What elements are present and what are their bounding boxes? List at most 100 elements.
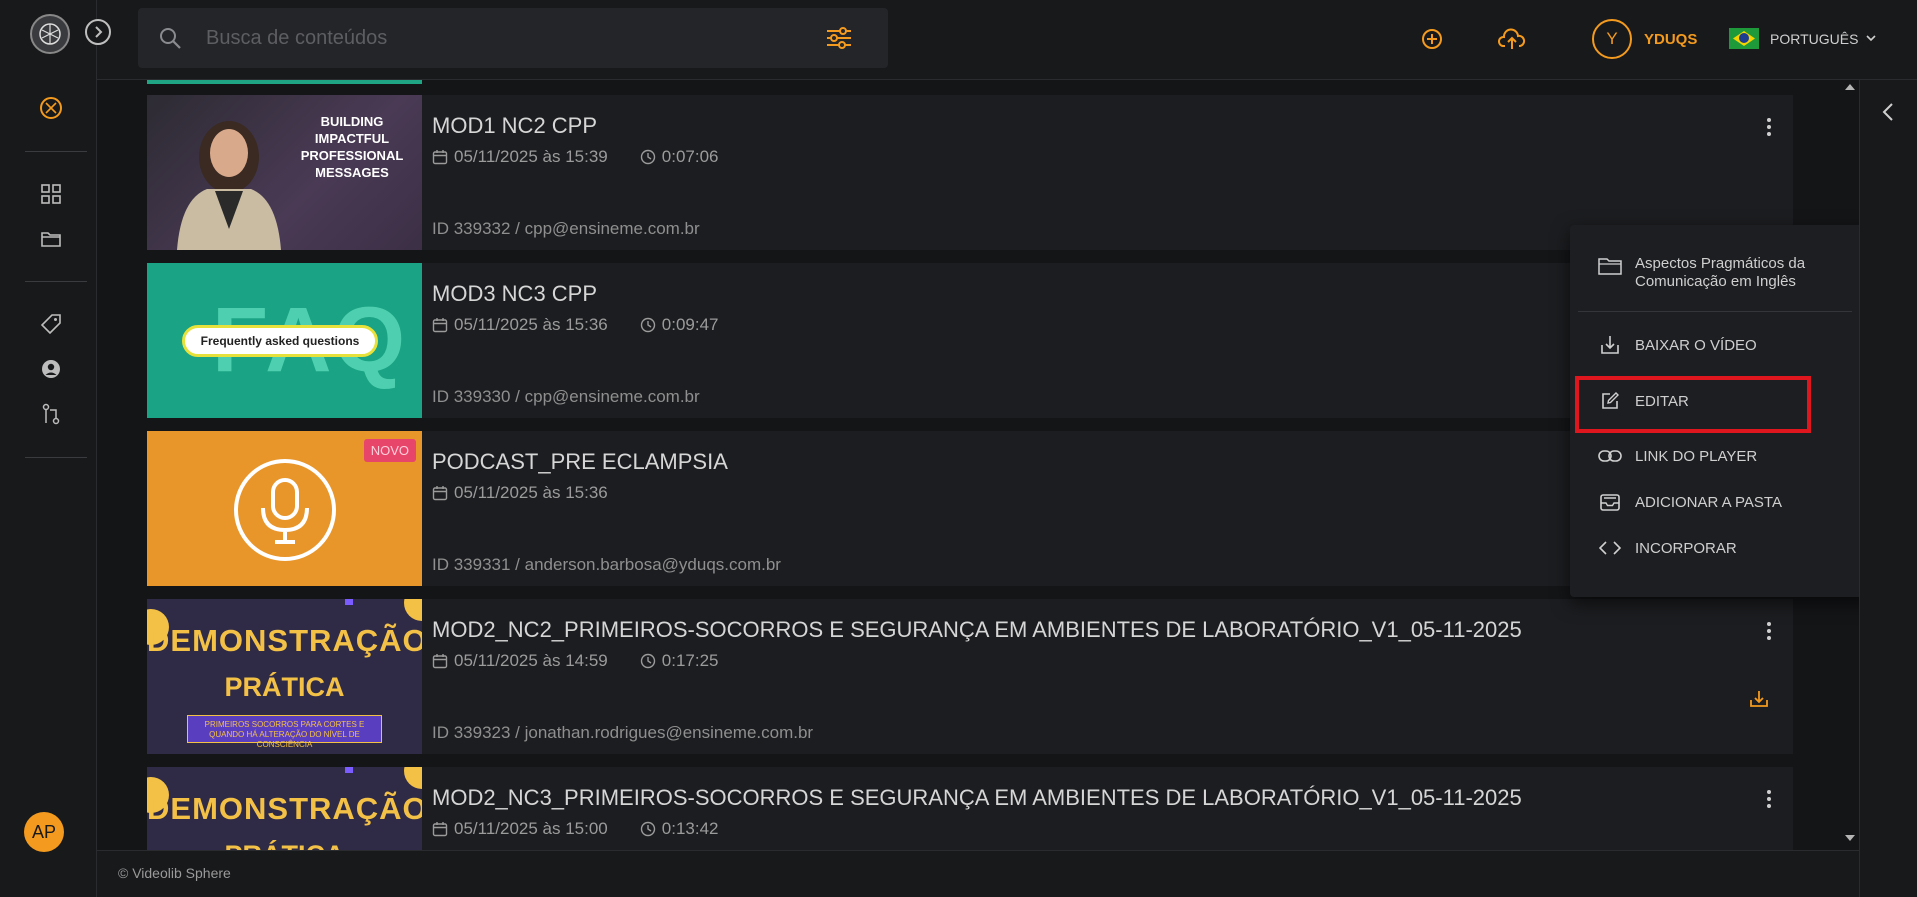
- thumbnail-caption: BUILDING IMPACTFUL PROFESSIONAL MESSAGES: [300, 114, 404, 180]
- app-window: AP Y YDUQS PORTUGUÊS: [0, 0, 1917, 897]
- calendar-icon: [432, 149, 448, 165]
- folder-icon[interactable]: [38, 226, 64, 252]
- new-badge: NOVO: [363, 439, 416, 462]
- video-meta: 05/11/2025 às 15:00 0:13:42: [432, 819, 719, 839]
- divider: [25, 281, 87, 282]
- search-bar: [138, 8, 888, 68]
- video-thumbnail[interactable]: FAQ Frequently asked questions: [147, 263, 422, 418]
- filter-sliders-icon[interactable]: [826, 26, 852, 55]
- download-icon[interactable]: [1749, 689, 1769, 714]
- git-compare-icon[interactable]: [38, 401, 64, 427]
- tag-icon[interactable]: [38, 311, 64, 337]
- menu-folder-item[interactable]: Aspectos Pragmáticos da Comunicação em I…: [1597, 255, 1835, 291]
- user-circle-icon[interactable]: [38, 356, 64, 382]
- menu-divider: [1578, 311, 1852, 312]
- search-input[interactable]: [206, 8, 766, 68]
- folder-name: Aspectos Pragmáticos da Comunicação em I…: [1635, 255, 1806, 290]
- decor-circle: [404, 599, 422, 621]
- video-title[interactable]: MOD2_NC2_PRIMEIROS-SOCORROS E SEGURANÇA …: [432, 617, 1522, 643]
- scroll-up-arrow-icon[interactable]: [1845, 84, 1855, 90]
- video-thumbnail[interactable]: NOVO: [147, 431, 422, 586]
- video-row[interactable]: DEMONSTRAÇÃO PRÁTICA MOD2_NC3_PRIMEIROS-…: [147, 767, 1793, 850]
- chevron-right-icon: [95, 26, 103, 38]
- divider: [25, 457, 87, 458]
- video-id-owner: ID 339332 / cpp@ensineme.com.br: [432, 219, 700, 238]
- video-duration: 0:09:47: [661, 315, 719, 334]
- duration-group: 0:13:42: [640, 819, 719, 839]
- video-date: 05/11/2025 às 15:39: [454, 147, 608, 166]
- calendar-icon: [432, 821, 448, 837]
- duration-group: 0:09:47: [640, 315, 719, 335]
- thumbnail-caption: PRIMEIROS SOCORROS PARA CORTES E QUANDO …: [187, 715, 382, 749]
- video-meta: 05/11/2025 às 14:59 0:17:25: [432, 651, 719, 671]
- copyright-text: © Videolib Sphere: [118, 865, 231, 881]
- more-options-icon[interactable]: [1759, 787, 1779, 811]
- footer: © Videolib Sphere: [97, 850, 1859, 897]
- expand-sidebar-button[interactable]: [85, 19, 111, 45]
- link-icon: [1597, 449, 1623, 463]
- divider: [25, 151, 87, 152]
- video-row[interactable]: NOVO PODCAST_PRE ECLAMPSIA 05/11/2025 às…: [147, 431, 1793, 586]
- video-title[interactable]: PODCAST_PRE ECLAMPSIA: [432, 449, 728, 475]
- chevron-left-icon[interactable]: [1882, 102, 1894, 122]
- microphone-icon: [234, 459, 336, 561]
- menu-item-download[interactable]: BAIXAR O VÍDEO: [1597, 330, 1757, 360]
- menu-item-embed[interactable]: INCORPORAR: [1597, 533, 1737, 563]
- code-icon: [1597, 541, 1623, 555]
- video-duration: 0:07:06: [661, 147, 719, 166]
- decor-square: [345, 767, 353, 773]
- video-thumbnail[interactable]: DEMONSTRAÇÃO PRÁTICA PRIMEIROS SOCORROS …: [147, 599, 422, 754]
- presenter-image: [177, 121, 281, 250]
- left-sidebar: AP: [0, 0, 97, 897]
- video-meta: 05/11/2025 às 15:36: [432, 483, 608, 503]
- decor-circle: [404, 767, 422, 789]
- menu-item-label: INCORPORAR: [1635, 539, 1737, 557]
- edit-highlight-box: [1575, 376, 1811, 433]
- calendar-icon: [432, 653, 448, 669]
- thumbnail-subheading: PRÁTICA: [224, 672, 345, 702]
- brand-icon[interactable]: [38, 95, 64, 121]
- video-row[interactable]: FAQ Frequently asked questions MOD3 NC3 …: [147, 263, 1793, 418]
- dashboard-icon[interactable]: [38, 181, 64, 207]
- user-name: YDUQS: [1644, 30, 1698, 48]
- video-date: 05/11/2025 às 15:00: [454, 819, 608, 838]
- add-circle-icon[interactable]: [1417, 24, 1447, 54]
- account-avatar[interactable]: AP: [24, 812, 64, 852]
- app-logo[interactable]: [30, 14, 70, 54]
- video-thumbnail[interactable]: BUILDING IMPACTFUL PROFESSIONAL MESSAGES: [147, 95, 422, 250]
- more-options-icon[interactable]: [1759, 619, 1779, 643]
- upload-cloud-icon[interactable]: [1497, 24, 1527, 54]
- video-duration: 0:17:25: [661, 651, 719, 670]
- clock-icon: [640, 149, 656, 165]
- calendar-icon: [432, 485, 448, 501]
- video-date: 05/11/2025 às 14:59: [454, 651, 608, 670]
- video-title[interactable]: MOD1 NC2 CPP: [432, 113, 597, 139]
- thumbnail-heading: DEMONSTRAÇÃO: [147, 623, 422, 658]
- menu-item-add-to-folder[interactable]: ADICIONAR A PASTA: [1597, 487, 1782, 517]
- video-row[interactable]: BUILDING IMPACTFUL PROFESSIONAL MESSAGES…: [147, 95, 1793, 250]
- video-id-owner: ID 339331 / anderson.barbosa@yduqs.com.b…: [432, 555, 781, 574]
- menu-item-label: BAIXAR O VÍDEO: [1635, 336, 1757, 354]
- video-thumbnail[interactable]: DEMONSTRAÇÃO PRÁTICA: [147, 767, 422, 850]
- calendar-icon: [432, 317, 448, 333]
- inbox-icon: [1597, 492, 1623, 512]
- more-options-icon[interactable]: [1759, 115, 1779, 139]
- video-title[interactable]: MOD3 NC3 CPP: [432, 281, 597, 307]
- video-row[interactable]: DEMONSTRAÇÃO PRÁTICA PRIMEIROS SOCORROS …: [147, 599, 1793, 754]
- thumbnail-subheading: PRÁTICA: [147, 840, 422, 850]
- search-icon: [158, 26, 182, 55]
- scroll-down-arrow-icon[interactable]: [1845, 835, 1855, 841]
- menu-item-player-link[interactable]: LINK DO PLAYER: [1597, 441, 1757, 471]
- menu-item-label: ADICIONAR A PASTA: [1635, 493, 1782, 511]
- download-icon: [1597, 335, 1623, 355]
- language-selector[interactable]: PORTUGUÊS: [1729, 28, 1877, 49]
- video-list: BUILDING IMPACTFUL PROFESSIONAL MESSAGES…: [97, 80, 1859, 850]
- video-title[interactable]: MOD2_NC3_PRIMEIROS-SOCORROS E SEGURANÇA …: [432, 785, 1522, 811]
- user-avatar: Y: [1592, 19, 1632, 59]
- chevron-down-icon: [1866, 35, 1877, 42]
- thumbnail-caption: Frequently asked questions: [182, 325, 378, 357]
- user-menu[interactable]: Y YDUQS: [1592, 19, 1697, 59]
- previous-thumbnail-edge: [147, 80, 422, 84]
- video-meta: 05/11/2025 às 15:36 0:09:47: [432, 315, 719, 335]
- language-label: PORTUGUÊS: [1770, 30, 1859, 47]
